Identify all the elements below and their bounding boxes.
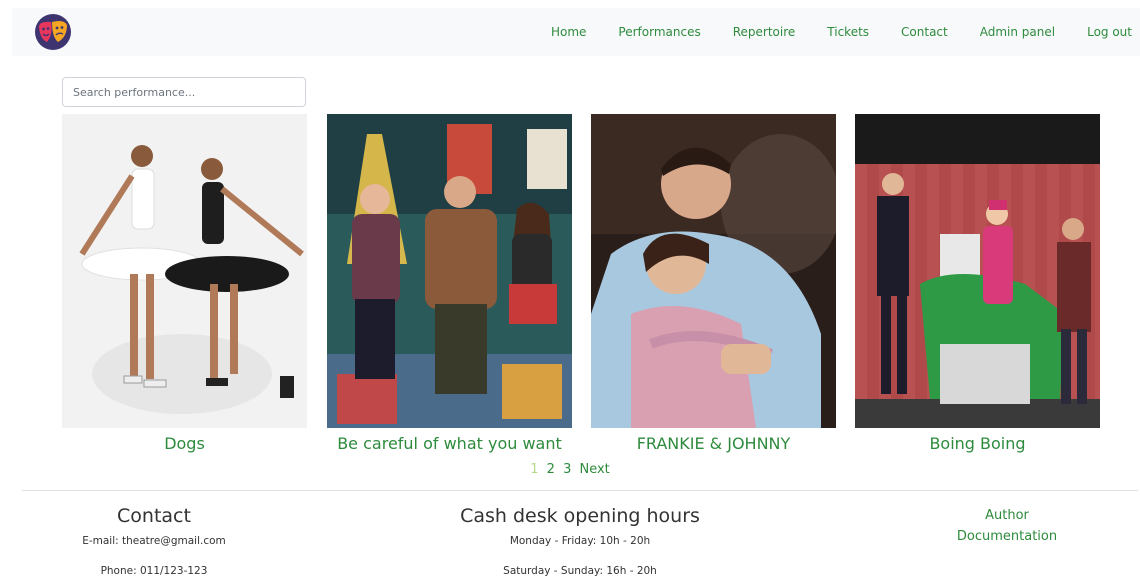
- theatre-masks-icon[interactable]: [34, 13, 72, 51]
- nav-repertoire[interactable]: Repertoire: [733, 25, 796, 39]
- documentation-link[interactable]: Documentation: [937, 529, 1077, 544]
- navbar: Home Performances Repertoire Tickets Con…: [12, 8, 1140, 56]
- footer-contact-heading: Contact: [117, 505, 191, 527]
- pagination: 1 2 3 Next: [0, 462, 1140, 477]
- footer-weekday-hours: Monday - Friday: 10h - 20h: [509, 535, 651, 547]
- footer-hours-heading: Cash desk opening hours: [460, 505, 700, 527]
- footer-contact: Contact E-mail: theatre@gmail.com Phone:…: [54, 505, 254, 577]
- footer-phone: Phone: 011/123-123: [100, 565, 208, 577]
- footer-weekend-hours: Saturday - Sunday: 16h - 20h: [503, 565, 657, 577]
- page-link-1[interactable]: 1: [530, 462, 538, 477]
- nav-log-out[interactable]: Log out: [1087, 25, 1132, 39]
- performance-card[interactable]: Boing Boing: [855, 114, 1100, 453]
- next-page-link[interactable]: Next: [579, 462, 609, 477]
- search-input[interactable]: [62, 77, 306, 107]
- performance-image[interactable]: [62, 114, 307, 428]
- performance-card[interactable]: FRANKIE & JOHNNY: [591, 114, 841, 453]
- performance-card[interactable]: Dogs: [62, 114, 307, 453]
- nav-home[interactable]: Home: [551, 25, 586, 39]
- performance-title[interactable]: Be careful of what you want: [327, 434, 572, 453]
- footer-hours: Cash desk opening hours Monday - Friday:…: [430, 505, 730, 577]
- nav-tickets[interactable]: Tickets: [827, 25, 869, 39]
- performance-image[interactable]: [591, 114, 841, 428]
- performance-title[interactable]: Dogs: [62, 434, 307, 453]
- page-link-2[interactable]: 2: [547, 462, 555, 477]
- author-link[interactable]: Author: [937, 508, 1077, 523]
- performance-image[interactable]: [855, 114, 1100, 428]
- nav-performances[interactable]: Performances: [618, 25, 700, 39]
- nav-menu: Home Performances Repertoire Tickets Con…: [519, 8, 1132, 56]
- performance-card[interactable]: Be careful of what you want: [327, 114, 572, 453]
- footer-divider: [22, 490, 1138, 491]
- page-link-3[interactable]: 3: [563, 462, 571, 477]
- nav-admin-panel[interactable]: Admin panel: [980, 25, 1055, 39]
- footer-links: Author Documentation: [937, 508, 1077, 544]
- performance-image[interactable]: [327, 114, 572, 428]
- performance-title[interactable]: FRANKIE & JOHNNY: [591, 434, 836, 453]
- nav-contact[interactable]: Contact: [901, 25, 948, 39]
- performance-title[interactable]: Boing Boing: [855, 434, 1100, 453]
- footer-email: E-mail: theatre@gmail.com: [82, 535, 226, 547]
